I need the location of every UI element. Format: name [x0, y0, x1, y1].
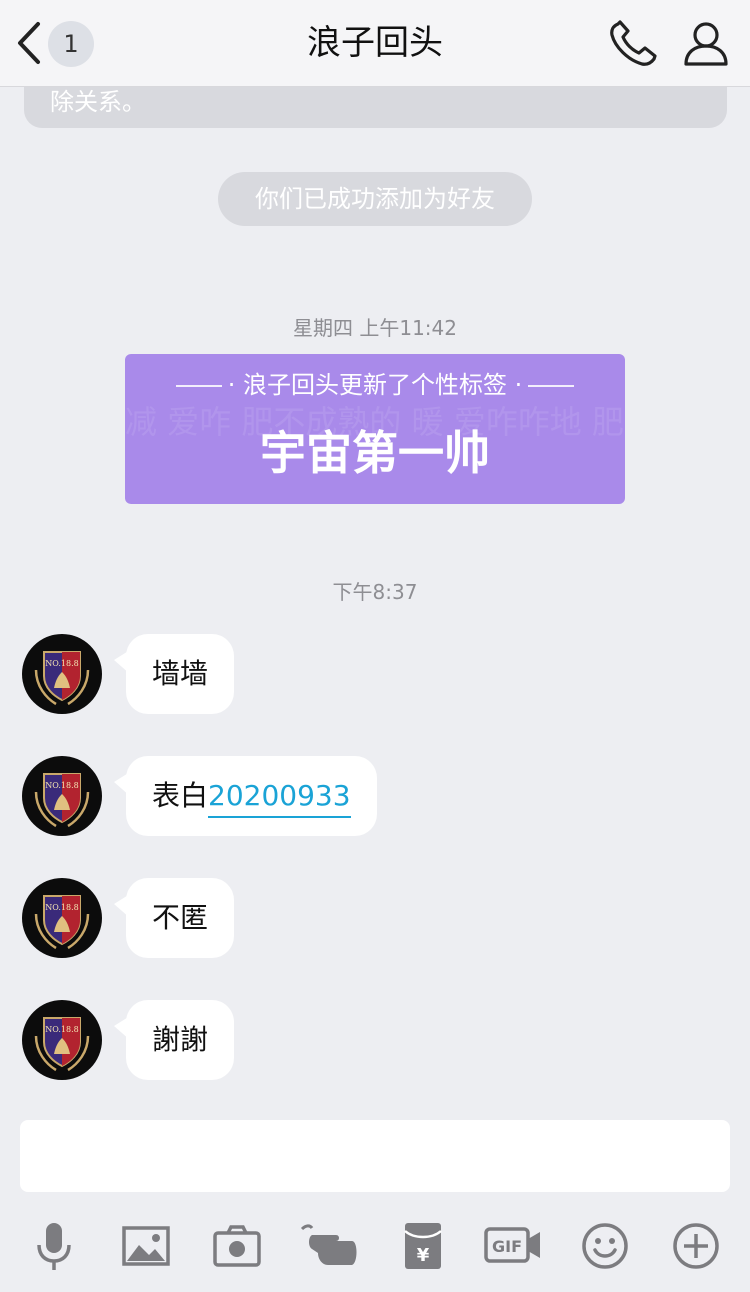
svg-text:NO.18.8: NO.18.8: [45, 781, 78, 790]
svg-text:NO.18.8: NO.18.8: [45, 659, 78, 668]
avatar[interactable]: NO.18.8: [22, 1000, 102, 1080]
avatar[interactable]: NO.18.8: [22, 756, 102, 836]
red-packet-button[interactable]: ¥: [396, 1219, 450, 1273]
message-input[interactable]: [20, 1120, 730, 1192]
svg-text:NO.18.8: NO.18.8: [45, 1025, 78, 1034]
image-icon: [122, 1226, 170, 1266]
message-bubble[interactable]: 墙墙: [114, 634, 235, 714]
divider: [528, 385, 575, 387]
bubble-tail: [114, 1016, 130, 1040]
message-text: 表白: [152, 779, 209, 812]
camera-icon: [213, 1225, 261, 1267]
message-row: NO.18.8 謝謝: [22, 1000, 722, 1082]
message-row: NO.18.8 不匿: [22, 878, 722, 960]
message-row: NO.18.8 表白20200933: [22, 756, 722, 838]
bubble-tail: [114, 772, 130, 796]
card-tag: 宇宙第一帅: [260, 426, 490, 480]
camera-button[interactable]: [210, 1219, 264, 1273]
timestamp: 星期四 上午11:42: [293, 316, 457, 340]
svg-text:GIF: GIF: [492, 1237, 522, 1256]
divider: [175, 385, 222, 387]
crest-avatar-icon: NO.18.8: [34, 651, 90, 706]
gif-button[interactable]: GIF: [484, 1219, 542, 1273]
plus-icon: [673, 1223, 719, 1269]
emoji-icon: [582, 1223, 628, 1269]
message-bubble[interactable]: 表白20200933: [114, 756, 377, 836]
system-notice-text: 除关系。: [50, 88, 146, 116]
profile-button[interactable]: [678, 18, 734, 70]
input-toolbar: ¥ GIF: [0, 1205, 750, 1285]
more-button[interactable]: [669, 1219, 723, 1273]
phone-icon: [610, 20, 657, 66]
poke-button[interactable]: [298, 1219, 360, 1273]
gif-icon: GIF: [484, 1227, 540, 1263]
crest-avatar-icon: NO.18.8: [34, 773, 90, 828]
crest-avatar-icon: NO.18.8: [34, 1017, 90, 1072]
card-heading: · 浪子回头更新了个性标签 ·: [125, 368, 625, 402]
message-row: NO.18.8 墙墙: [22, 634, 722, 716]
microphone-icon: [37, 1223, 71, 1270]
album-button[interactable]: [119, 1219, 173, 1273]
avatar[interactable]: NO.18.8: [22, 634, 102, 714]
call-button[interactable]: [606, 18, 662, 70]
bubble-tail: [114, 650, 130, 674]
crest-avatar-icon: NO.18.8: [34, 895, 90, 950]
chat-header: 1 浪子回头: [0, 0, 750, 87]
friend-added-notice: 你们已成功添加为好友: [218, 172, 532, 226]
svg-text:NO.18.8: NO.18.8: [45, 903, 78, 912]
poke-hand-icon: [300, 1224, 357, 1265]
message-text: 墙墙: [152, 657, 209, 690]
user-icon: [684, 22, 728, 66]
card-heading-text: 浪子回头更新了个性标签: [243, 371, 507, 399]
voice-button[interactable]: [27, 1219, 81, 1273]
tag-update-card[interactable]: 减 爱咋 肥不成熟的 暖 爱咋咋地 肥嫌嫌嫌起来 能量 哦 · 浪子回头更新了个…: [125, 354, 625, 504]
message-text: 謝謝: [152, 1023, 209, 1056]
number-link[interactable]: 20200933: [208, 779, 351, 818]
message-bubble[interactable]: 不匿: [114, 878, 235, 958]
svg-text:¥: ¥: [417, 1245, 430, 1266]
message-bubble[interactable]: 謝謝: [114, 1000, 235, 1080]
emoji-button[interactable]: [578, 1219, 632, 1273]
message-text: 不匿: [152, 901, 209, 934]
red-packet-icon: ¥: [404, 1223, 442, 1269]
avatar[interactable]: NO.18.8: [22, 878, 102, 958]
bubble-tail: [114, 894, 130, 918]
timestamp: 下午8:37: [332, 580, 418, 604]
